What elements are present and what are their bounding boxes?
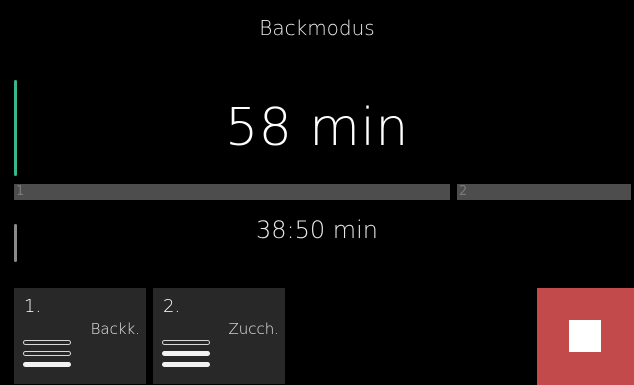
- step-label: Backk.: [90, 320, 140, 338]
- main-time-display: 58 min: [225, 98, 409, 158]
- step-number: 2.: [163, 296, 181, 317]
- step-label: Zucch.: [228, 320, 279, 338]
- step-card-2[interactable]: 2. Zucch.: [153, 288, 285, 384]
- level-bar: [162, 340, 210, 345]
- stop-button[interactable]: [537, 288, 634, 385]
- sub-time-display: 38:50 min: [255, 216, 379, 244]
- step-number: 1.: [24, 296, 42, 317]
- progress-segment-1: 1: [14, 184, 450, 200]
- level-indicator-icon: [23, 340, 71, 370]
- step-card-1[interactable]: 1. Backk.: [14, 288, 146, 384]
- page-title: Backmodus: [259, 16, 375, 40]
- progress-segment-2: 2: [457, 184, 631, 200]
- level-bar: [162, 362, 210, 367]
- level-bar: [23, 351, 71, 356]
- stop-icon: [569, 320, 601, 352]
- level-indicator-icon: [162, 340, 210, 370]
- level-bar: [162, 351, 210, 356]
- level-bar: [23, 362, 71, 367]
- level-bar: [23, 340, 71, 345]
